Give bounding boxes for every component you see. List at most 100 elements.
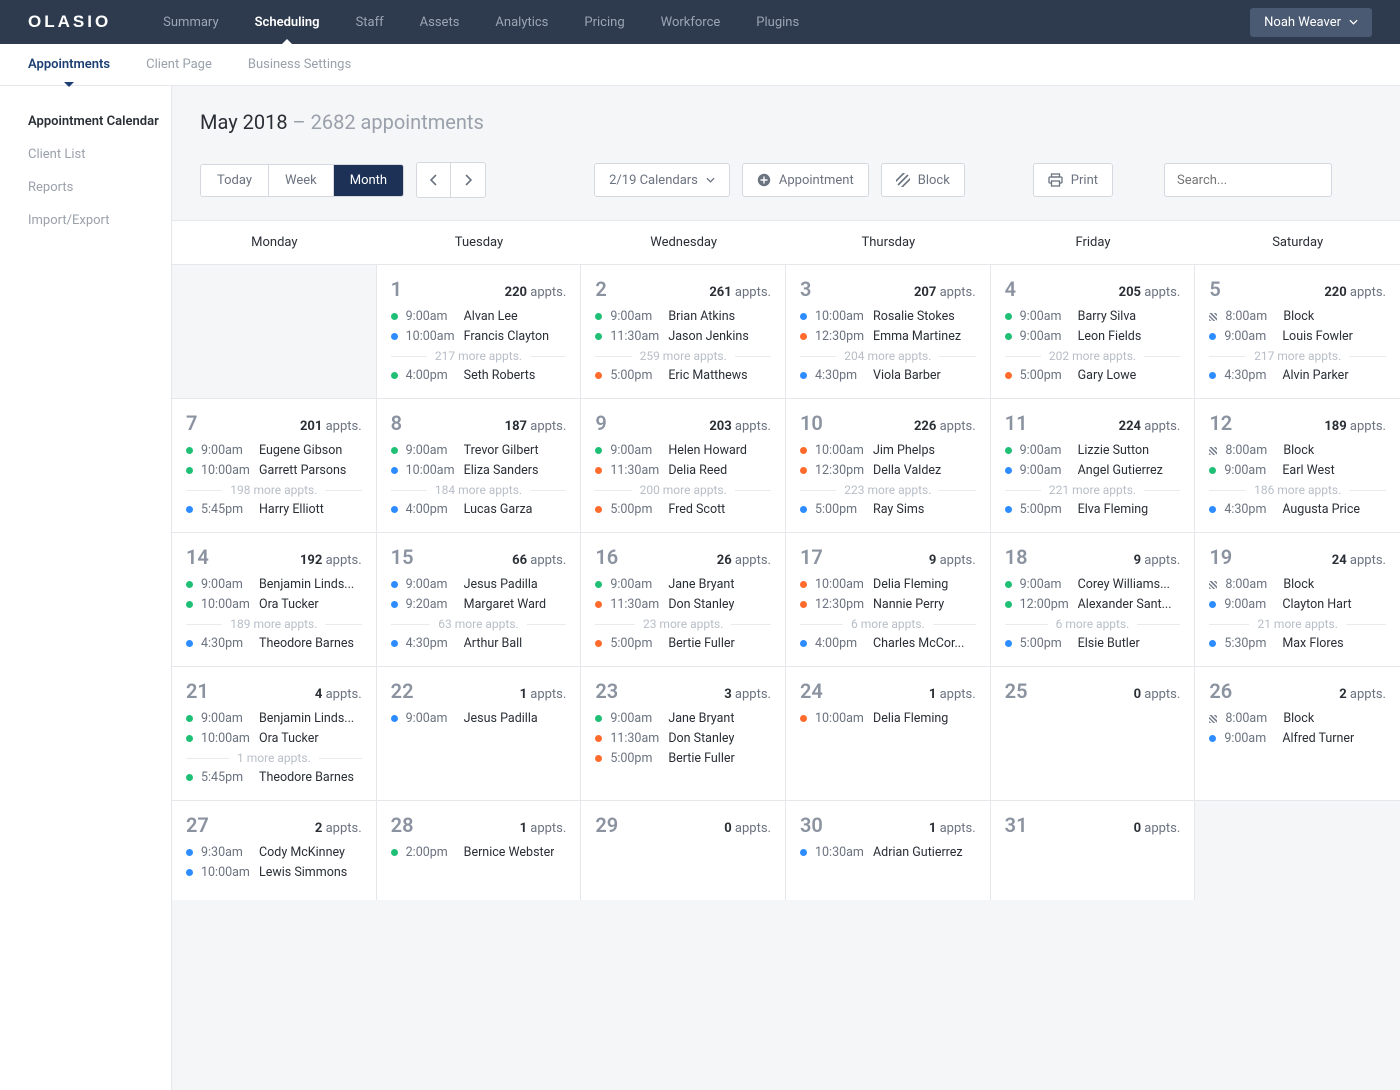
subtab-business-settings[interactable]: Business Settings <box>248 44 351 86</box>
appointment[interactable]: 9:00amEugene Gibson <box>186 443 362 458</box>
appointment[interactable]: 9:00amJesus Padilla <box>391 711 567 726</box>
appointment[interactable]: 5:00pmEric Matthews <box>595 368 771 383</box>
appointment[interactable]: 9:00amLeon Fields <box>1005 329 1181 344</box>
appointment[interactable]: 5:00pmBertie Fuller <box>595 751 771 766</box>
appointment[interactable]: 9:00amAlfred Turner <box>1209 731 1386 746</box>
appointment[interactable]: 8:00amBlock <box>1209 711 1386 726</box>
appointment[interactable]: 9:00amEarl West <box>1209 463 1386 478</box>
calendar-cell[interactable]: 2261 appts.9:00amBrian Atkins11:30amJaso… <box>581 264 786 398</box>
more-appts[interactable]: 217 more appts. <box>1209 349 1386 363</box>
appointment[interactable]: 5:00pmFred Scott <box>595 502 771 517</box>
next-month-button[interactable] <box>451 163 485 197</box>
appointment[interactable]: 11:30amDon Stanley <box>595 731 771 746</box>
appointment[interactable]: 10:00amFrancis Clayton <box>391 329 567 344</box>
sidebar-client-list[interactable]: Client List <box>28 147 171 162</box>
appointment[interactable]: 4:30pmArthur Ball <box>391 636 567 651</box>
calendar-cell[interactable]: 189 appts.9:00amCorey Williams...12:00pm… <box>991 532 1196 666</box>
more-appts[interactable]: 221 more appts. <box>1005 483 1181 497</box>
search-input[interactable] <box>1175 172 1345 189</box>
appointment[interactable]: 2:00pmBernice Webster <box>391 845 567 860</box>
calendar-cell[interactable]: 233 appts.9:00amJane Bryant11:30amDon St… <box>581 666 786 800</box>
subtab-client-page[interactable]: Client Page <box>146 44 212 86</box>
appointment[interactable]: 5:00pmGary Lowe <box>1005 368 1181 383</box>
more-appts[interactable]: 184 more appts. <box>391 483 567 497</box>
more-appts[interactable]: 63 more appts. <box>391 617 567 631</box>
appointment[interactable]: 11:30amDon Stanley <box>595 597 771 612</box>
appointment[interactable]: 10:00amJim Phelps <box>800 443 976 458</box>
appointment[interactable]: 4:30pmTheodore Barnes <box>186 636 362 651</box>
nav-summary[interactable]: Summary <box>163 0 218 44</box>
calendar-cell[interactable]: 241 appts.10:00amDelia Fleming <box>786 666 991 800</box>
appointment[interactable]: 9:00amAngel Gutierrez <box>1005 463 1181 478</box>
nav-scheduling[interactable]: Scheduling <box>255 0 320 44</box>
appointment[interactable]: 9:00amClayton Hart <box>1209 597 1386 612</box>
nav-plugins[interactable]: Plugins <box>756 0 799 44</box>
view-today[interactable]: Today <box>201 165 269 196</box>
appointment[interactable]: 5:30pmMax Flores <box>1209 636 1386 651</box>
appointment[interactable]: 4:00pmCharles McCor... <box>800 636 976 651</box>
appointment[interactable]: 10:00amDelia Fleming <box>800 577 976 592</box>
appointment[interactable]: 9:00amJane Bryant <box>595 711 771 726</box>
nav-workforce[interactable]: Workforce <box>661 0 721 44</box>
appointment[interactable]: 9:00amJesus Padilla <box>391 577 567 592</box>
sidebar-appointment-calendar[interactable]: Appointment Calendar <box>28 114 171 129</box>
appointment[interactable]: 10:00amOra Tucker <box>186 731 362 746</box>
calendar-cell[interactable]: 10226 appts.10:00amJim Phelps12:30pmDell… <box>786 398 991 532</box>
appointment[interactable]: 9:00amLouis Fowler <box>1209 329 1386 344</box>
appointment[interactable]: 10:00amOra Tucker <box>186 597 362 612</box>
nav-staff[interactable]: Staff <box>356 0 384 44</box>
nav-analytics[interactable]: Analytics <box>495 0 548 44</box>
appointment[interactable]: 4:30pmViola Barber <box>800 368 976 383</box>
appointment[interactable]: 10:00amRosalie Stokes <box>800 309 976 324</box>
appointment[interactable]: 10:00amGarrett Parsons <box>186 463 362 478</box>
calendar-cell[interactable]: 4205 appts.9:00amBarry Silva9:00amLeon F… <box>991 264 1196 398</box>
calendar-cell[interactable]: 8187 appts.9:00amTrevor Gilbert10:00amEl… <box>377 398 582 532</box>
calendar-cell[interactable]: 1566 appts.9:00amJesus Padilla9:20amMarg… <box>377 532 582 666</box>
appointment[interactable]: 9:00amTrevor Gilbert <box>391 443 567 458</box>
calendar-cell[interactable]: 11224 appts.9:00amLizzie Sutton9:00amAng… <box>991 398 1196 532</box>
appointment[interactable]: 11:30amJason Jenkins <box>595 329 771 344</box>
more-appts[interactable]: 189 more appts. <box>186 617 362 631</box>
calendars-dropdown[interactable]: 2/19 Calendars <box>594 163 730 197</box>
appointment[interactable]: 9:20amMargaret Ward <box>391 597 567 612</box>
more-appts[interactable]: 223 more appts. <box>800 483 976 497</box>
appointment[interactable]: 9:00amBenjamin Linds... <box>186 711 362 726</box>
calendar-cell[interactable]: 1626 appts.9:00amJane Bryant11:30amDon S… <box>581 532 786 666</box>
appointment[interactable]: 9:00amJane Bryant <box>595 577 771 592</box>
sidebar-import-export[interactable]: Import/Export <box>28 213 171 228</box>
appointment[interactable]: 8:00amBlock <box>1209 443 1386 458</box>
appointment[interactable]: 10:00amLewis Simmons <box>186 865 362 880</box>
calendar-cell[interactable]: 1924 appts.8:00amBlock9:00amClayton Hart… <box>1195 532 1400 666</box>
more-appts[interactable]: 202 more appts. <box>1005 349 1181 363</box>
appointment[interactable]: 5:00pmElsie Butler <box>1005 636 1181 651</box>
more-appts[interactable]: 1 more appts. <box>186 751 362 765</box>
prev-month-button[interactable] <box>417 163 451 197</box>
sidebar-reports[interactable]: Reports <box>28 180 171 195</box>
calendar-cell[interactable]: 310 appts. <box>991 800 1196 900</box>
more-appts[interactable]: 198 more appts. <box>186 483 362 497</box>
appointment[interactable]: 9:00amCorey Williams... <box>1005 577 1181 592</box>
appointment[interactable]: 12:30pmNannie Perry <box>800 597 976 612</box>
appointment[interactable]: 9:00amAlvan Lee <box>391 309 567 324</box>
appointment[interactable]: 12:30pmDella Valdez <box>800 463 976 478</box>
appointment[interactable]: 4:00pmLucas Garza <box>391 502 567 517</box>
appointment[interactable]: 4:00pmSeth Roberts <box>391 368 567 383</box>
appointment[interactable]: 8:00amBlock <box>1209 577 1386 592</box>
appointment[interactable]: 5:00pmBertie Fuller <box>595 636 771 651</box>
appointment[interactable]: 5:00pmRay Sims <box>800 502 976 517</box>
appointment[interactable]: 4:30pmAlvin Parker <box>1209 368 1386 383</box>
appointment[interactable]: 10:30amAdrian Gutierrez <box>800 845 976 860</box>
more-appts[interactable]: 217 more appts. <box>391 349 567 363</box>
calendar-cell[interactable]: 7201 appts.9:00amEugene Gibson10:00amGar… <box>172 398 377 532</box>
appointment[interactable]: 9:00amHelen Howard <box>595 443 771 458</box>
nav-pricing[interactable]: Pricing <box>584 0 624 44</box>
appointment[interactable]: 9:00amBarry Silva <box>1005 309 1181 324</box>
subtab-appointments[interactable]: Appointments <box>28 44 110 86</box>
appointment[interactable]: 9:30amCody McKinney <box>186 845 362 860</box>
calendar-cell[interactable]: 14192 appts.9:00amBenjamin Linds...10:00… <box>172 532 377 666</box>
more-appts[interactable]: 200 more appts. <box>595 483 771 497</box>
nav-assets[interactable]: Assets <box>420 0 460 44</box>
user-menu-button[interactable]: Noah Weaver <box>1250 8 1372 37</box>
more-appts[interactable]: 21 more appts. <box>1209 617 1386 631</box>
calendar-cell[interactable]: 281 appts.2:00pmBernice Webster <box>377 800 582 900</box>
